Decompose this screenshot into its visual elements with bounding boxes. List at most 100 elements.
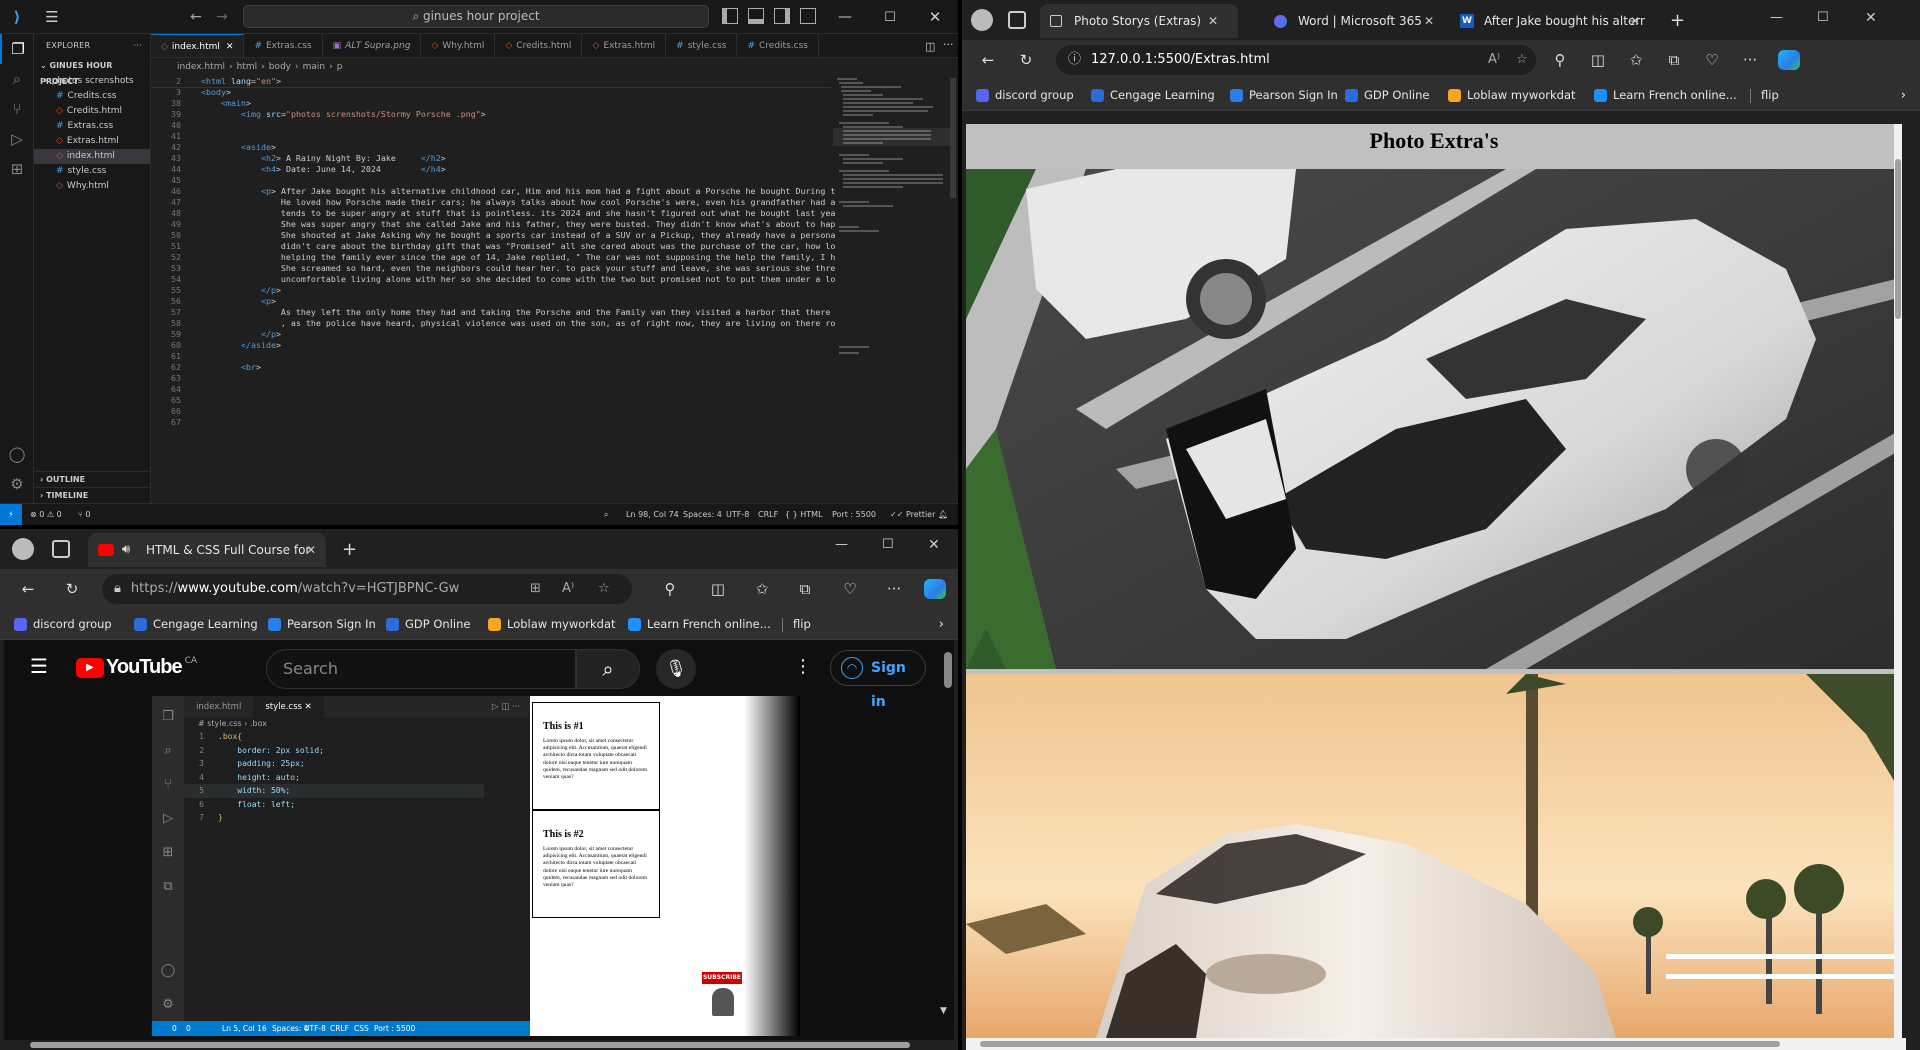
explorer-icon[interactable]: ❐ xyxy=(0,34,34,64)
minimize-icon[interactable]: — xyxy=(835,537,848,552)
page-scrollbar-thumb[interactable] xyxy=(1895,159,1901,319)
close-tab-icon[interactable]: ✕ xyxy=(306,543,316,557)
favorite-item[interactable]: Pearson Sign In xyxy=(1230,80,1338,111)
settings-more-icon[interactable]: ··· xyxy=(884,579,904,599)
refresh-icon[interactable]: ↻ xyxy=(1016,50,1036,70)
breadcrumb-item[interactable]: html xyxy=(237,62,258,72)
scroll-down-icon[interactable]: ▼ xyxy=(940,1006,947,1016)
code-line[interactable]: <p> xyxy=(201,296,276,306)
code-line[interactable]: <html lang="en"> xyxy=(201,76,281,86)
more-favorites-chevron-icon[interactable]: › xyxy=(1901,80,1906,111)
close-tab-icon[interactable]: ✕ xyxy=(1424,14,1434,28)
extensions-icon[interactable]: ⚲ xyxy=(660,579,680,599)
editor-tab[interactable]: ◇ Extras.html xyxy=(582,34,667,57)
code-line[interactable]: <aside> xyxy=(201,142,276,152)
minimize-icon[interactable]: — xyxy=(1770,10,1783,25)
problems-indicator[interactable]: ⊗ 0 ⚠ 0 xyxy=(30,504,62,525)
profile-avatar[interactable] xyxy=(971,9,993,31)
minimap[interactable] xyxy=(833,76,953,503)
horizontal-scrollbar[interactable] xyxy=(4,1040,954,1050)
customize-layout-icon[interactable] xyxy=(800,8,816,24)
profile-avatar[interactable] xyxy=(12,538,34,560)
favorites-icon[interactable]: ✩ xyxy=(752,579,772,599)
copilot-icon[interactable] xyxy=(1778,50,1800,70)
breadcrumb-item[interactable]: index.html xyxy=(177,62,225,72)
file-item[interactable]: # style.css xyxy=(34,164,150,179)
remote-indicator-icon[interactable]: ⚡ xyxy=(0,504,22,525)
favorite-item[interactable]: Loblaw myworkdat xyxy=(1448,80,1576,111)
split-screen-icon[interactable]: ◫ xyxy=(1588,50,1608,70)
search-input[interactable]: Search xyxy=(266,649,576,689)
audio-playing-icon[interactable]: 🔊︎ xyxy=(122,533,130,567)
favorite-item[interactable]: Learn French online... xyxy=(628,609,771,640)
favorite-item[interactable]: Cengage Learning xyxy=(134,609,258,640)
command-search[interactable]: ⌕ ginues hour project xyxy=(243,5,709,28)
editor-tab[interactable]: ◇ index.html ✕ xyxy=(151,34,245,57)
file-item[interactable]: ◇ index.html xyxy=(34,149,150,164)
indentation[interactable]: Spaces: 4 xyxy=(683,504,722,525)
code-line[interactable]: , as the police have heard, physical vio… xyxy=(201,318,835,328)
performance-icon[interactable]: ♡ xyxy=(840,579,860,599)
notifications-icon[interactable]: 🔔︎ xyxy=(938,504,948,525)
favorite-item[interactable]: Learn French online... xyxy=(1594,80,1737,111)
horizontal-scrollbar[interactable] xyxy=(966,1038,1906,1050)
settings-more-icon[interactable]: ··· xyxy=(1740,50,1760,70)
editor-tab[interactable]: ▣ ALT Supra.png xyxy=(323,34,422,57)
line-ending[interactable]: CRLF xyxy=(758,504,778,525)
code-line[interactable]: She shouted at Jake Asking why he bought… xyxy=(201,230,835,240)
toggle-panel-icon[interactable] xyxy=(748,8,764,24)
source-control-icon[interactable]: ⑂ xyxy=(0,94,34,124)
new-tab-icon[interactable]: + xyxy=(1670,10,1685,31)
editor-tab[interactable]: # Extras.css xyxy=(244,34,323,57)
code-line[interactable]: helping the family ever since the age of… xyxy=(201,252,835,262)
file-item[interactable]: # Credits.css xyxy=(34,89,150,104)
favorite-item[interactable]: GDP Online xyxy=(1345,80,1429,111)
file-item[interactable]: ◇ Extras.html xyxy=(34,134,150,149)
live-server-port[interactable]: Port : 5500 xyxy=(832,504,876,525)
search-button[interactable]: ⌕ xyxy=(576,649,640,689)
search-view-icon[interactable]: ⌕ xyxy=(0,64,34,94)
back-arrow-icon[interactable]: ← xyxy=(186,7,206,27)
zoom-icon[interactable]: ⌕ xyxy=(604,504,608,525)
file-item[interactable]: # Extras.css xyxy=(34,119,150,134)
settings-gear-icon[interactable]: ⚙ xyxy=(0,469,34,499)
refresh-icon[interactable]: ↻ xyxy=(62,579,82,599)
ports-indicator[interactable]: ⑂ 0 xyxy=(78,504,90,525)
code-line[interactable]: </p> xyxy=(201,329,281,339)
app-available-icon[interactable]: ⊞ xyxy=(530,574,541,604)
voice-search-icon[interactable]: 🎙︎ xyxy=(656,649,696,689)
forward-arrow-icon[interactable]: → xyxy=(212,7,232,27)
horizontal-scrollbar-thumb[interactable] xyxy=(980,1041,1780,1047)
code-line[interactable]: <h4> Date: June 14, 2024 </h4> xyxy=(201,164,446,174)
back-icon[interactable]: ← xyxy=(18,579,38,599)
favorite-item[interactable]: flip xyxy=(1750,80,1779,111)
copilot-icon[interactable] xyxy=(924,579,946,599)
performance-icon[interactable]: ♡ xyxy=(1702,50,1722,70)
code-line[interactable]: <main> xyxy=(201,98,251,108)
editor-tab[interactable]: # Credits.css xyxy=(737,34,819,57)
page-scrollbar[interactable] xyxy=(944,652,952,688)
code-line[interactable]: didn't care about the birthday gift that… xyxy=(201,241,835,251)
favorite-star-icon[interactable]: ☆ xyxy=(1516,45,1528,75)
close-icon[interactable]: ✕ xyxy=(928,537,940,553)
horizontal-scrollbar-thumb[interactable] xyxy=(30,1042,910,1048)
favorite-star-icon[interactable]: ☆ xyxy=(598,574,610,604)
toggle-secondary-sidebar-icon[interactable] xyxy=(774,8,790,24)
tab-word[interactable]: Word | Microsoft 365 xyxy=(1264,4,1444,38)
back-icon[interactable]: ← xyxy=(978,50,998,70)
address-bar[interactable]: ⓘ 127.0.0.1:5500/Extras.html A⁾ ☆ xyxy=(1056,45,1536,75)
extensions-icon[interactable]: ⚲ xyxy=(1550,50,1570,70)
editor-tab[interactable]: ◇ Why.html xyxy=(421,34,496,57)
code-line[interactable]: She was super angry that she called Jake… xyxy=(201,219,835,229)
tab-actions-icon[interactable] xyxy=(1008,11,1026,29)
tab-youtube[interactable]: 🔊︎ HTML & CSS Full Course for xyxy=(88,533,326,567)
code-line[interactable]: uncomfortable living alone with her so s… xyxy=(201,274,835,284)
editor-tab[interactable]: ◇ Credits.html xyxy=(495,34,583,57)
editor-scrollbar[interactable] xyxy=(950,78,956,198)
code-editor[interactable]: 2 <html lang="en"> 3 <body> 38 <main> 39 <img… xyxy=(151,76,835,503)
collections-icon[interactable]: ⧉ xyxy=(1664,50,1684,70)
split-editor-icon[interactable]: ◫ xyxy=(925,40,935,53)
favorite-item[interactable]: Pearson Sign In xyxy=(268,609,376,640)
tab-actions-icon[interactable] xyxy=(52,540,70,558)
youtube-logo[interactable]: ▶ YouTube CA xyxy=(76,656,197,679)
